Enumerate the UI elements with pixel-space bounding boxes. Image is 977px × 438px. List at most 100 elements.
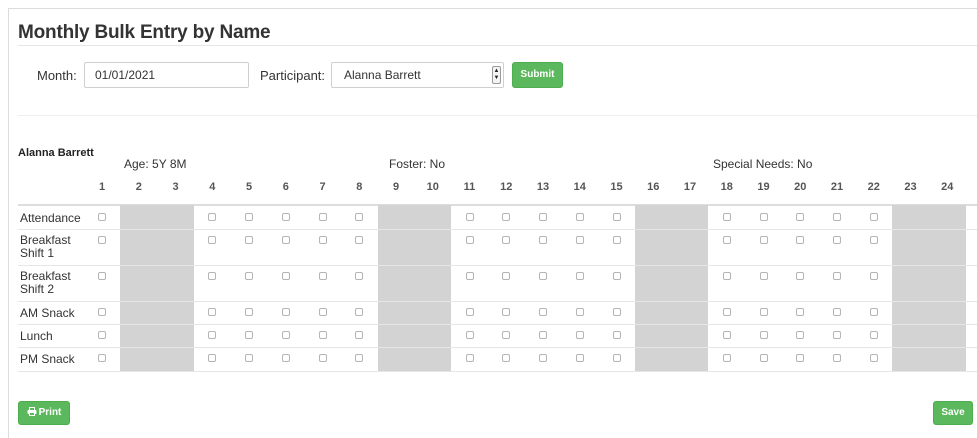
day-checkbox[interactable] xyxy=(245,272,253,280)
day-checkbox[interactable] xyxy=(833,331,841,339)
day-checkbox[interactable] xyxy=(502,272,511,280)
day-checkbox[interactable] xyxy=(318,354,327,362)
day-checkbox[interactable] xyxy=(869,236,878,244)
day-checkbox[interactable] xyxy=(539,308,547,316)
day-checkbox[interactable] xyxy=(759,331,768,339)
day-checkbox[interactable] xyxy=(208,331,217,339)
day-checkbox[interactable] xyxy=(833,213,841,221)
day-checkbox[interactable] xyxy=(318,213,327,221)
day-checkbox[interactable] xyxy=(98,331,106,339)
day-checkbox[interactable] xyxy=(98,213,106,221)
day-checkbox[interactable] xyxy=(722,236,731,244)
day-checkbox[interactable] xyxy=(833,308,841,316)
day-checkbox[interactable] xyxy=(318,272,327,280)
day-checkbox[interactable] xyxy=(612,308,621,316)
day-checkbox[interactable] xyxy=(245,354,253,362)
day-checkbox[interactable] xyxy=(575,236,584,244)
day-checkbox[interactable] xyxy=(796,308,805,316)
day-checkbox[interactable] xyxy=(759,272,768,280)
day-checkbox[interactable] xyxy=(245,331,253,339)
day-checkbox[interactable] xyxy=(208,308,217,316)
day-checkbox[interactable] xyxy=(281,272,290,280)
day-checkbox[interactable] xyxy=(318,331,327,339)
day-checkbox[interactable] xyxy=(796,272,805,280)
day-checkbox[interactable] xyxy=(539,236,547,244)
day-checkbox[interactable] xyxy=(281,236,290,244)
day-checkbox[interactable] xyxy=(465,308,474,316)
day-checkbox[interactable] xyxy=(722,354,731,362)
day-checkbox[interactable] xyxy=(575,331,584,339)
day-checkbox[interactable] xyxy=(796,331,805,339)
day-checkbox[interactable] xyxy=(502,354,511,362)
day-checkbox[interactable] xyxy=(355,272,364,280)
day-checkbox[interactable] xyxy=(502,236,511,244)
day-checkbox[interactable] xyxy=(759,213,768,221)
day-checkbox[interactable] xyxy=(759,308,768,316)
day-checkbox[interactable] xyxy=(245,236,253,244)
submit-button[interactable]: Submit xyxy=(512,62,563,88)
day-checkbox[interactable] xyxy=(98,236,106,244)
day-checkbox[interactable] xyxy=(208,236,217,244)
day-checkbox[interactable] xyxy=(722,308,731,316)
day-checkbox[interactable] xyxy=(575,354,584,362)
day-checkbox[interactable] xyxy=(796,213,805,221)
day-checkbox[interactable] xyxy=(281,213,290,221)
day-checkbox[interactable] xyxy=(796,236,805,244)
day-checkbox[interactable] xyxy=(208,213,217,221)
day-checkbox[interactable] xyxy=(245,213,253,221)
day-checkbox[interactable] xyxy=(502,331,511,339)
day-checkbox[interactable] xyxy=(575,272,584,280)
day-checkbox[interactable] xyxy=(612,331,621,339)
day-checkbox[interactable] xyxy=(722,213,731,221)
day-checkbox[interactable] xyxy=(465,236,474,244)
day-checkbox[interactable] xyxy=(833,354,841,362)
print-button[interactable]: Print xyxy=(18,401,70,425)
day-checkbox[interactable] xyxy=(869,272,878,280)
day-checkbox[interactable] xyxy=(796,354,805,362)
day-checkbox[interactable] xyxy=(281,331,290,339)
day-checkbox[interactable] xyxy=(355,354,364,362)
save-button[interactable]: Save xyxy=(933,401,973,425)
day-checkbox[interactable] xyxy=(355,331,364,339)
day-checkbox[interactable] xyxy=(355,236,364,244)
day-checkbox[interactable] xyxy=(98,354,106,362)
day-checkbox[interactable] xyxy=(318,236,327,244)
month-input[interactable]: 01/01/2021 xyxy=(84,62,249,88)
day-checkbox[interactable] xyxy=(355,213,364,221)
day-checkbox[interactable] xyxy=(759,236,768,244)
day-checkbox[interactable] xyxy=(281,308,290,316)
day-checkbox[interactable] xyxy=(318,308,327,316)
day-checkbox[interactable] xyxy=(98,308,106,316)
day-checkbox[interactable] xyxy=(575,213,584,221)
day-checkbox[interactable] xyxy=(465,331,474,339)
day-checkbox[interactable] xyxy=(722,331,731,339)
day-checkbox[interactable] xyxy=(539,354,547,362)
day-checkbox[interactable] xyxy=(98,272,106,280)
day-checkbox[interactable] xyxy=(612,236,621,244)
day-checkbox[interactable] xyxy=(575,308,584,316)
day-checkbox[interactable] xyxy=(869,354,878,362)
day-checkbox[interactable] xyxy=(208,354,217,362)
day-checkbox[interactable] xyxy=(465,354,474,362)
day-checkbox[interactable] xyxy=(502,308,511,316)
day-checkbox[interactable] xyxy=(612,272,621,280)
day-checkbox[interactable] xyxy=(759,354,768,362)
day-checkbox[interactable] xyxy=(833,236,841,244)
day-checkbox[interactable] xyxy=(722,272,731,280)
day-checkbox[interactable] xyxy=(612,354,621,362)
day-checkbox[interactable] xyxy=(539,331,547,339)
day-checkbox[interactable] xyxy=(869,308,878,316)
day-checkbox[interactable] xyxy=(465,272,474,280)
day-checkbox[interactable] xyxy=(612,213,621,221)
day-checkbox[interactable] xyxy=(833,272,841,280)
day-checkbox[interactable] xyxy=(245,308,253,316)
day-checkbox[interactable] xyxy=(281,354,290,362)
day-checkbox[interactable] xyxy=(539,213,547,221)
day-checkbox[interactable] xyxy=(208,272,217,280)
day-checkbox[interactable] xyxy=(502,213,511,221)
participant-select[interactable]: Alanna Barrett ▲ ▼ xyxy=(331,62,504,88)
day-checkbox[interactable] xyxy=(869,213,878,221)
day-checkbox[interactable] xyxy=(355,308,364,316)
day-checkbox[interactable] xyxy=(539,272,547,280)
day-checkbox[interactable] xyxy=(869,331,878,339)
